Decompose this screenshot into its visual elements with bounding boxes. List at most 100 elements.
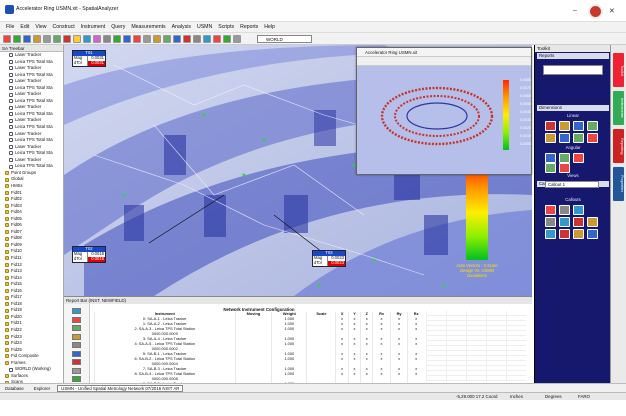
- toolbar-button[interactable]: [203, 34, 211, 43]
- toolkit-button[interactable]: [559, 121, 570, 131]
- toolkit-section[interactable]: Dimensions: [537, 105, 609, 111]
- toolbar-button[interactable]: [83, 34, 91, 43]
- side-tab[interactable]: Instruments: [613, 91, 624, 125]
- report-tool-button[interactable]: [72, 316, 81, 323]
- toolkit-button[interactable]: [573, 229, 584, 239]
- toolbar-button[interactable]: [213, 34, 221, 43]
- toolbar-button[interactable]: [123, 34, 131, 43]
- toolkit-button[interactable]: [559, 229, 570, 239]
- toolkit-button[interactable]: [573, 205, 584, 215]
- deviation-tag[interactable]: T01 Mag 0.0031 dTol 0.0031: [72, 50, 106, 67]
- toolkit-button[interactable]: [559, 217, 570, 227]
- menu-item[interactable]: Query: [111, 24, 125, 30]
- deviation-tag[interactable]: T03 Mag 0.0023 dTol 0.0023: [312, 250, 346, 267]
- toolbar-button[interactable]: [113, 34, 121, 43]
- close-button[interactable]: ✕: [609, 7, 615, 15]
- report-tool-button[interactable]: [72, 342, 81, 348]
- bottom-tab[interactable]: USMN - Unified Spatial Metrology Network…: [57, 384, 184, 392]
- menu-item[interactable]: Measurements: [131, 24, 165, 30]
- toolkit-button[interactable]: [545, 133, 556, 143]
- tree-item-label: Frames: [11, 359, 26, 365]
- side-tab[interactable]: Properties: [613, 167, 624, 201]
- toolkit-button[interactable]: [559, 163, 570, 173]
- toolkit-button[interactable]: [545, 217, 556, 227]
- toolkit-button[interactable]: [573, 153, 584, 163]
- toolkit-button[interactable]: [587, 133, 598, 143]
- toolkit-button[interactable]: [587, 121, 598, 131]
- toolbar-button[interactable]: [153, 34, 161, 43]
- toolbar-button[interactable]: [233, 34, 241, 43]
- toolbar-button[interactable]: [103, 34, 111, 43]
- toolbar-button[interactable]: [63, 34, 71, 43]
- report-tool-button[interactable]: [72, 367, 81, 374]
- toolkit-button[interactable]: [573, 133, 584, 143]
- inset-view-window[interactable]: Accelerator Ring USMN.xit 0.0080 0.0070 0.…: [356, 47, 532, 175]
- menu-bar: File Edit View Construct Instrument Query Meas…: [0, 22, 626, 33]
- side-tab[interactable]: Reporting: [613, 129, 624, 163]
- toolkit-button[interactable]: [587, 229, 598, 239]
- toolkit-button[interactable]: [559, 153, 570, 163]
- toolbar-button[interactable]: [223, 34, 231, 43]
- menu-item[interactable]: Scripts: [218, 24, 234, 30]
- toolkit-button[interactable]: [545, 205, 556, 215]
- menu-item[interactable]: USMN: [197, 24, 212, 30]
- toolkit-section[interactable]: Reports: [537, 53, 609, 59]
- toolbar-button[interactable]: [193, 34, 201, 43]
- menu-item[interactable]: Construct: [52, 24, 74, 30]
- toolkit-button[interactable]: [559, 133, 570, 143]
- bottom-tab[interactable]: Database: [2, 386, 27, 391]
- toolkit-button[interactable]: [587, 217, 598, 227]
- side-tab[interactable]: Toolkit: [613, 53, 624, 87]
- menu-item[interactable]: Edit: [20, 24, 29, 30]
- toolkit-button[interactable]: [545, 153, 556, 163]
- user-avatar[interactable]: [588, 4, 603, 19]
- bottom-tab[interactable]: Explorer: [31, 386, 53, 391]
- toolbar-button[interactable]: [33, 34, 41, 43]
- toolbar-button[interactable]: [93, 34, 101, 43]
- frame-combo[interactable]: WORLD: [257, 34, 312, 43]
- report-tool-button[interactable]: [72, 325, 81, 331]
- toolbar-button[interactable]: [183, 34, 191, 43]
- toolkit-button[interactable]: [573, 217, 584, 227]
- toolbar-button[interactable]: [173, 34, 181, 43]
- toolbar-button[interactable]: [23, 34, 31, 43]
- toolbar-button[interactable]: [163, 34, 171, 43]
- status-coords: -5,29.000 17.2 Coord: [456, 394, 498, 399]
- toolkit-button[interactable]: [545, 121, 556, 131]
- toolkit-button[interactable]: [559, 205, 570, 215]
- toolbar-button[interactable]: [53, 34, 61, 43]
- toolbar-button[interactable]: [3, 34, 11, 43]
- toolkit-button[interactable]: [573, 121, 584, 131]
- main-toolbar: WORLD: [0, 33, 626, 45]
- toolbar-button[interactable]: [143, 34, 151, 43]
- menu-item[interactable]: File: [6, 24, 14, 30]
- report-tool-button[interactable]: [72, 359, 81, 365]
- toolbar-button[interactable]: [133, 34, 141, 43]
- report-tool-button[interactable]: [72, 350, 81, 357]
- menu-item[interactable]: Instrument: [81, 24, 106, 30]
- toolkit-button[interactable]: [545, 229, 556, 239]
- reports-icon-strip[interactable]: [543, 65, 603, 75]
- toolbar-button[interactable]: [13, 34, 21, 43]
- views-combo[interactable]: Callout 1: [545, 181, 599, 188]
- report-tool-button[interactable]: [72, 376, 81, 382]
- toolkit-button[interactable]: [545, 163, 556, 173]
- inset-title: Accelerator Ring USMN.xit: [357, 48, 531, 57]
- toolbar-button[interactable]: [73, 34, 81, 43]
- deviation-tag[interactable]: T02 Mag 0.0018 dTol 0.0018: [72, 246, 106, 263]
- report-tool-button[interactable]: [72, 308, 81, 314]
- menu-item[interactable]: View: [35, 24, 46, 30]
- report-tool-button[interactable]: [72, 333, 81, 340]
- toolkit-panel: Toolkit Reports Dimensions Callouts Linear A…: [534, 45, 611, 383]
- folder-icon: [5, 216, 9, 221]
- folder-icon: [5, 269, 9, 274]
- menu-item[interactable]: Analysis: [172, 24, 191, 30]
- instrument-icon: [9, 72, 13, 77]
- tag-dtol-value: 0.0018: [87, 256, 105, 262]
- folder-icon: [5, 249, 9, 254]
- menu-item[interactable]: Help: [264, 24, 275, 30]
- tree-item-label: Fid25: [11, 346, 22, 352]
- minimize-button[interactable]: –: [573, 7, 577, 14]
- toolbar-button[interactable]: [43, 34, 51, 43]
- menu-item[interactable]: Reports: [240, 24, 258, 30]
